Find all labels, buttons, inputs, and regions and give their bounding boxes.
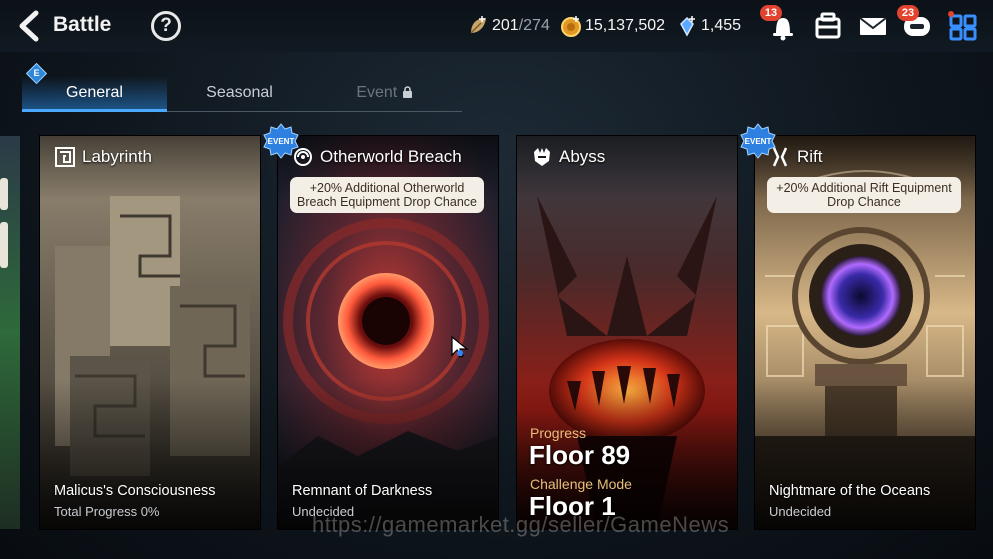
previous-card-edge[interactable] [0,136,20,529]
watermark-text: https://gamemarket.gg/seller/GameNews [312,512,730,537]
labyrinth-progress: Total Progress 0% [54,504,160,519]
gold-coin-icon [561,16,581,37]
mouse-pointer-icon [451,335,469,358]
abyss-progress-floor: Floor 89 [529,440,631,470]
chat-button[interactable]: 23 [897,5,934,42]
top-bar: Battle ? 201 /274 15,137,502 1,455 13 23 [0,0,993,52]
notifications-count-badge: 13 [760,5,782,21]
stamina-display[interactable]: 201 /274 [467,13,550,39]
otherworld-breach-card[interactable]: Otherworld Breach +20% Additional Otherw… [278,136,498,529]
skystone-display[interactable]: 1,455 [676,13,741,39]
otherworld-stage: Remnant of Darkness [292,483,433,499]
category-tabs: General Seasonal Event [22,76,462,112]
otherworld-event-badge: EVENT [263,123,299,159]
otherworld-bonus-banner: +20% Additional Otherworld Breach Equipm… [290,177,484,213]
labyrinth-header: Labyrinth [54,146,152,168]
labyrinth-card[interactable]: Labyrinth Malicus's Consciousness Total … [40,136,260,529]
rift-event-label: EVENT [745,137,772,146]
abyss-card[interactable]: Abyss Progress Floor 89 Challenge Mode F… [517,136,737,529]
rift-status: Undecided [769,504,832,519]
chat-count-badge: 23 [897,5,919,21]
rift-event-badge: EVENT [740,123,776,159]
labyrinth-title: Labyrinth [82,147,152,166]
skystone-amount: 1,455 [701,17,742,34]
page-title: Battle [53,13,112,36]
mail-button[interactable] [856,10,890,42]
help-button[interactable]: ? [151,11,181,41]
otherworld-event-label: EVENT [268,137,295,146]
menu-button[interactable] [946,10,980,42]
rift-header: Rift [769,146,823,168]
gold-amount: 15,137,502 [585,17,666,34]
labyrinth-stage: Malicus's Consciousness [54,483,216,499]
otherworld-header: Otherworld Breach [292,146,462,168]
tab-event[interactable]: Event [312,76,457,112]
demon-claw-icon [534,148,550,166]
rift-card[interactable]: Rift +20% Additional Rift Equipment Drop… [755,136,975,529]
skystone-gem-icon [680,16,695,37]
notifications-button[interactable]: 13 [760,5,800,42]
previous-card-art [0,136,20,529]
grid-menu-icon [948,11,977,41]
abyss-header: Abyss [531,146,605,168]
rift-title: Rift [797,147,823,166]
tab-event-label: Event [356,84,398,101]
tab-general[interactable]: General [22,76,167,112]
abyss-title: Abyss [559,147,606,166]
mail-icon [859,17,887,35]
maze-icon [55,147,75,167]
abyss-progress-label: Progress [530,425,587,441]
rift-bonus-banner: +20% Additional Rift Equipment Drop Chan… [767,177,961,213]
labyrinth-shade [40,136,260,529]
stamina-current: 201 [492,17,519,34]
bag-icon [815,12,841,39]
lock-icon [402,86,412,98]
gold-display[interactable]: 15,137,502 [560,13,665,39]
tab-seasonal[interactable]: Seasonal [167,76,312,112]
otherworld-title: Otherworld Breach [320,147,462,166]
abyss-challenge-label: Challenge Mode [530,476,632,492]
rift-stage: Nightmare of the Oceans [769,483,931,499]
stamina-leaf-icon [470,16,486,34]
inventory-button[interactable] [811,10,845,42]
stamina-max: /274 [518,17,550,34]
back-arrow-icon[interactable] [14,10,44,42]
